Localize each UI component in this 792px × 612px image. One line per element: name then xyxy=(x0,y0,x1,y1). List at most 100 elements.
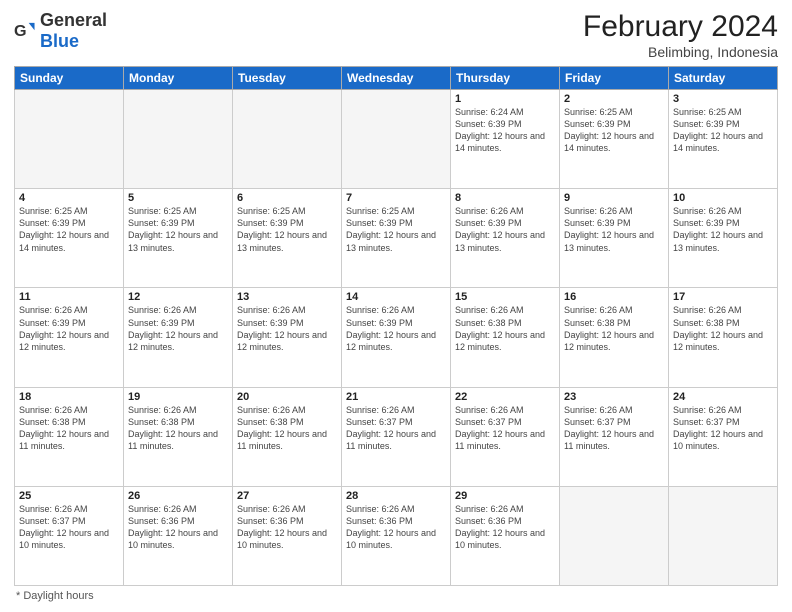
day-info: Sunrise: 6:26 AMSunset: 6:39 PMDaylight:… xyxy=(19,304,119,353)
logo: G General Blue xyxy=(14,10,107,52)
table-row xyxy=(560,486,669,585)
calendar-week-row: 25Sunrise: 6:26 AMSunset: 6:37 PMDayligh… xyxy=(15,486,778,585)
day-number: 29 xyxy=(455,490,555,502)
day-number: 19 xyxy=(128,391,228,403)
table-row: 13Sunrise: 6:26 AMSunset: 6:39 PMDayligh… xyxy=(233,288,342,387)
day-info: Sunrise: 6:26 AMSunset: 6:38 PMDaylight:… xyxy=(673,304,773,353)
header-row: Sunday Monday Tuesday Wednesday Thursday… xyxy=(15,67,778,90)
table-row: 29Sunrise: 6:26 AMSunset: 6:36 PMDayligh… xyxy=(451,486,560,585)
location: Belimbing, Indonesia xyxy=(583,44,778,60)
day-number: 23 xyxy=(564,391,664,403)
day-number: 2 xyxy=(564,93,664,105)
table-row xyxy=(342,90,451,189)
day-info: Sunrise: 6:26 AMSunset: 6:38 PMDaylight:… xyxy=(455,304,555,353)
day-info: Sunrise: 6:26 AMSunset: 6:38 PMDaylight:… xyxy=(19,404,119,453)
day-info: Sunrise: 6:25 AMSunset: 6:39 PMDaylight:… xyxy=(128,205,228,254)
day-number: 6 xyxy=(237,192,337,204)
table-row: 15Sunrise: 6:26 AMSunset: 6:38 PMDayligh… xyxy=(451,288,560,387)
logo-icon: G xyxy=(14,20,36,42)
logo-blue: Blue xyxy=(40,31,79,51)
day-number: 1 xyxy=(455,93,555,105)
calendar-week-row: 18Sunrise: 6:26 AMSunset: 6:38 PMDayligh… xyxy=(15,387,778,486)
table-row: 5Sunrise: 6:25 AMSunset: 6:39 PMDaylight… xyxy=(124,189,233,288)
day-info: Sunrise: 6:24 AMSunset: 6:39 PMDaylight:… xyxy=(455,106,555,155)
table-row: 19Sunrise: 6:26 AMSunset: 6:38 PMDayligh… xyxy=(124,387,233,486)
table-row xyxy=(233,90,342,189)
day-info: Sunrise: 6:26 AMSunset: 6:39 PMDaylight:… xyxy=(346,304,446,353)
day-number: 16 xyxy=(564,291,664,303)
day-info: Sunrise: 6:26 AMSunset: 6:39 PMDaylight:… xyxy=(237,304,337,353)
page: G General Blue February 2024 Belimbing, … xyxy=(0,0,792,612)
day-number: 21 xyxy=(346,391,446,403)
table-row: 4Sunrise: 6:25 AMSunset: 6:39 PMDaylight… xyxy=(15,189,124,288)
day-info: Sunrise: 6:26 AMSunset: 6:36 PMDaylight:… xyxy=(237,503,337,552)
day-number: 14 xyxy=(346,291,446,303)
day-number: 27 xyxy=(237,490,337,502)
day-info: Sunrise: 6:26 AMSunset: 6:37 PMDaylight:… xyxy=(564,404,664,453)
logo-text: General Blue xyxy=(40,10,107,52)
title-block: February 2024 Belimbing, Indonesia xyxy=(583,10,778,60)
table-row: 17Sunrise: 6:26 AMSunset: 6:38 PMDayligh… xyxy=(669,288,778,387)
table-row: 9Sunrise: 6:26 AMSunset: 6:39 PMDaylight… xyxy=(560,189,669,288)
table-row: 1Sunrise: 6:24 AMSunset: 6:39 PMDaylight… xyxy=(451,90,560,189)
day-number: 10 xyxy=(673,192,773,204)
table-row: 22Sunrise: 6:26 AMSunset: 6:37 PMDayligh… xyxy=(451,387,560,486)
col-thursday: Thursday xyxy=(451,67,560,90)
day-info: Sunrise: 6:26 AMSunset: 6:39 PMDaylight:… xyxy=(128,304,228,353)
day-info: Sunrise: 6:26 AMSunset: 6:37 PMDaylight:… xyxy=(19,503,119,552)
day-info: Sunrise: 6:26 AMSunset: 6:38 PMDaylight:… xyxy=(128,404,228,453)
day-info: Sunrise: 6:26 AMSunset: 6:39 PMDaylight:… xyxy=(564,205,664,254)
col-tuesday: Tuesday xyxy=(233,67,342,90)
day-number: 9 xyxy=(564,192,664,204)
col-saturday: Saturday xyxy=(669,67,778,90)
table-row xyxy=(15,90,124,189)
svg-text:G: G xyxy=(14,22,27,40)
header: G General Blue February 2024 Belimbing, … xyxy=(14,10,778,60)
day-info: Sunrise: 6:26 AMSunset: 6:39 PMDaylight:… xyxy=(673,205,773,254)
day-info: Sunrise: 6:26 AMSunset: 6:39 PMDaylight:… xyxy=(455,205,555,254)
table-row: 20Sunrise: 6:26 AMSunset: 6:38 PMDayligh… xyxy=(233,387,342,486)
table-row: 25Sunrise: 6:26 AMSunset: 6:37 PMDayligh… xyxy=(15,486,124,585)
table-row: 8Sunrise: 6:26 AMSunset: 6:39 PMDaylight… xyxy=(451,189,560,288)
day-number: 5 xyxy=(128,192,228,204)
day-number: 4 xyxy=(19,192,119,204)
calendar-body: 1Sunrise: 6:24 AMSunset: 6:39 PMDaylight… xyxy=(15,90,778,586)
table-row xyxy=(124,90,233,189)
table-row: 21Sunrise: 6:26 AMSunset: 6:37 PMDayligh… xyxy=(342,387,451,486)
day-number: 11 xyxy=(19,291,119,303)
col-friday: Friday xyxy=(560,67,669,90)
day-info: Sunrise: 6:25 AMSunset: 6:39 PMDaylight:… xyxy=(237,205,337,254)
table-row: 12Sunrise: 6:26 AMSunset: 6:39 PMDayligh… xyxy=(124,288,233,387)
day-number: 26 xyxy=(128,490,228,502)
table-row: 11Sunrise: 6:26 AMSunset: 6:39 PMDayligh… xyxy=(15,288,124,387)
table-row: 23Sunrise: 6:26 AMSunset: 6:37 PMDayligh… xyxy=(560,387,669,486)
day-info: Sunrise: 6:26 AMSunset: 6:37 PMDaylight:… xyxy=(455,404,555,453)
table-row: 7Sunrise: 6:25 AMSunset: 6:39 PMDaylight… xyxy=(342,189,451,288)
table-row: 18Sunrise: 6:26 AMSunset: 6:38 PMDayligh… xyxy=(15,387,124,486)
day-info: Sunrise: 6:26 AMSunset: 6:38 PMDaylight:… xyxy=(564,304,664,353)
day-info: Sunrise: 6:26 AMSunset: 6:36 PMDaylight:… xyxy=(455,503,555,552)
table-row: 2Sunrise: 6:25 AMSunset: 6:39 PMDaylight… xyxy=(560,90,669,189)
day-info: Sunrise: 6:26 AMSunset: 6:37 PMDaylight:… xyxy=(346,404,446,453)
calendar-week-row: 4 Sunrise: 6:25 AMSunset: 6:39 PMDaylight… xyxy=(15,189,778,288)
calendar-header: Sunday Monday Tuesday Wednesday Thursday… xyxy=(15,67,778,90)
col-wednesday: Wednesday xyxy=(342,67,451,90)
day-number: 3 xyxy=(673,93,773,105)
footer-note: * Daylight hours xyxy=(14,590,778,602)
calendar-week-row: 11Sunrise: 6:26 AMSunset: 6:39 PMDayligh… xyxy=(15,288,778,387)
day-info: Sunrise: 6:25 AMSunset: 6:39 PMDaylight:… xyxy=(346,205,446,254)
calendar-week-row: 1Sunrise: 6:24 AMSunset: 6:39 PMDaylight… xyxy=(15,90,778,189)
table-row: 10Sunrise: 6:26 AMSunset: 6:39 PMDayligh… xyxy=(669,189,778,288)
day-number: 7 xyxy=(346,192,446,204)
col-monday: Monday xyxy=(124,67,233,90)
table-row: 28Sunrise: 6:26 AMSunset: 6:36 PMDayligh… xyxy=(342,486,451,585)
day-info: Sunrise: 6:25 AMSunset: 6:39 PMDaylight:… xyxy=(673,106,773,155)
day-info: Sunrise: 6:26 AMSunset: 6:36 PMDaylight:… xyxy=(128,503,228,552)
table-row xyxy=(669,486,778,585)
day-number: 17 xyxy=(673,291,773,303)
col-sunday: Sunday xyxy=(15,67,124,90)
table-row: 14Sunrise: 6:26 AMSunset: 6:39 PMDayligh… xyxy=(342,288,451,387)
table-row: 6Sunrise: 6:25 AMSunset: 6:39 PMDaylight… xyxy=(233,189,342,288)
day-number: 28 xyxy=(346,490,446,502)
day-number: 25 xyxy=(19,490,119,502)
